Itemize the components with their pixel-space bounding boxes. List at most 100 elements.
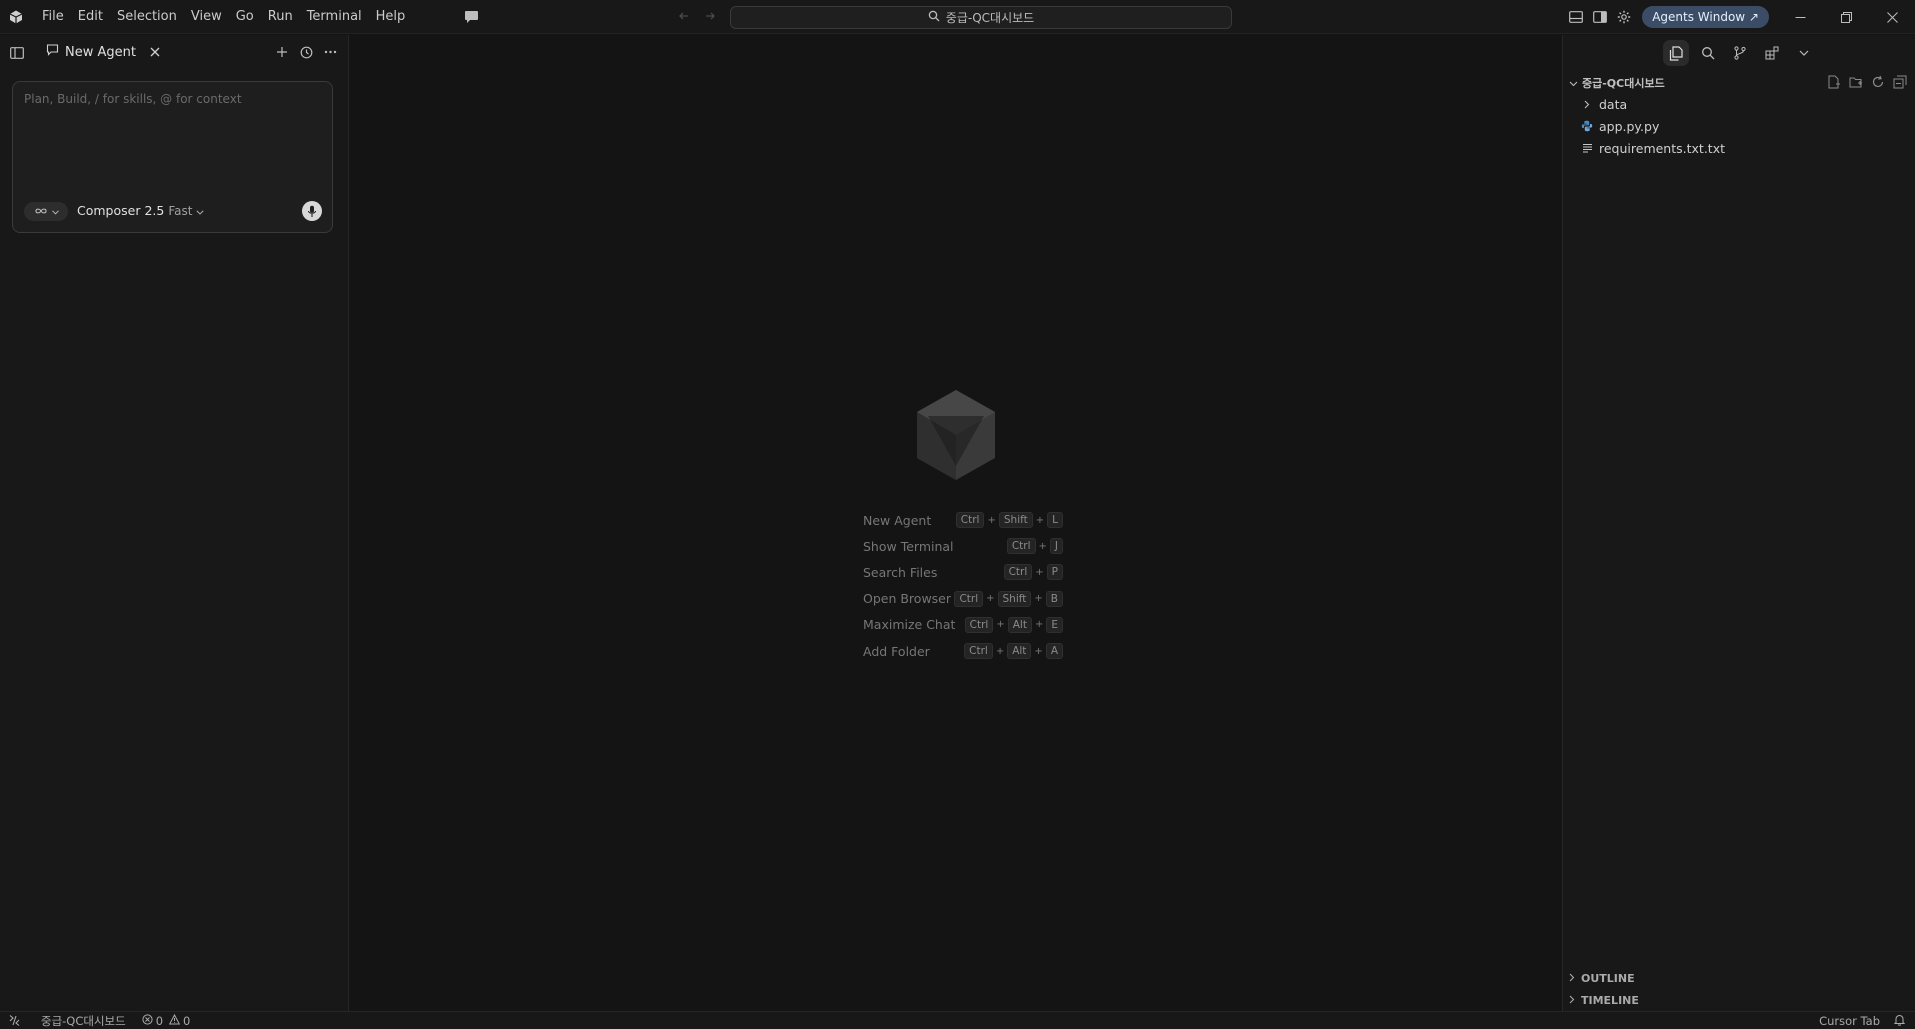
model-name: Composer 2.5 [77,203,165,218]
tab-new-agent[interactable]: New Agent [40,35,168,70]
explorer-sidebar: 중급-QC대시보드 data app.py.py requirements.tx… [1562,35,1915,1011]
tree-item-data-folder[interactable]: data [1569,93,1909,115]
file-tree: data app.py.py requirements.txt.txt [1569,93,1909,159]
new-file-icon[interactable] [1827,75,1841,93]
tree-item-app-py[interactable]: app.py.py [1569,115,1909,137]
key-cap: A [1045,643,1063,660]
warning-count: 0 [183,1013,191,1028]
close-tab-icon[interactable] [148,45,162,59]
app-logo-icon [8,9,23,24]
notifications-bell-icon[interactable] [1893,1014,1906,1029]
chat-bubble-icon[interactable] [462,8,480,26]
key-cap: B [1045,590,1063,607]
chevron-down-icon [51,204,59,219]
agent-panel-header: New Agent [0,35,348,70]
workspace-folder-name: 중급-QC대시보드 [1582,77,1665,90]
explorer-root-header[interactable]: 중급-QC대시보드 [1569,73,1909,93]
menu-edit[interactable]: Edit [71,0,110,34]
chevron-down-icon[interactable] [1795,44,1813,62]
shortcut-list: New Agent Ctrl + Shift + L Show Terminal C… [863,507,1063,664]
settings-gear-icon[interactable] [1615,8,1633,26]
key-cap: Alt [1007,616,1032,633]
shortcut-row[interactable]: Add Folder Ctrl + Alt + A [863,638,1063,664]
outline-label: OUTLINE [1581,971,1635,985]
source-control-icon[interactable] [1731,44,1749,62]
timeline-section-header[interactable]: TIMELINE [1569,989,1909,1011]
outline-section-header[interactable]: OUTLINE [1569,967,1909,989]
sidebar-toggle-icon[interactable] [8,44,26,62]
menu-selection[interactable]: Selection [110,0,184,34]
remote-connection-icon[interactable] [7,1014,21,1028]
problems-indicator[interactable]: 0 0 [142,1013,191,1028]
warning-icon [168,1013,181,1028]
menu-terminal[interactable]: Terminal [300,0,369,34]
shortcut-label: Search Files [863,564,938,580]
shortcut-row[interactable]: Maximize Chat Ctrl + Alt + E [863,612,1063,638]
explorer-actions [1827,75,1907,93]
minimize-icon[interactable] [1777,0,1823,34]
shortcut-keys: Ctrl + P [1003,564,1063,581]
key-cap: Ctrl [964,616,994,633]
shortcut-row[interactable]: Open Browser Ctrl + Shift + B [863,586,1063,612]
key-cap: Ctrl [1003,564,1033,581]
search-icon[interactable] [1699,44,1717,62]
shortcut-row[interactable]: Show Terminal Ctrl + J [863,533,1063,559]
command-center-search[interactable]: 중급-QC대시보드 [730,6,1232,29]
shortcut-label: New Agent [863,512,932,528]
shortcut-label: Show Terminal [863,538,954,554]
title-right-controls: Agents Window ↗ [1564,0,1915,34]
title-bar: File Edit Selection View Go Run Terminal… [0,0,1915,34]
new-agent-plus-icon[interactable] [274,44,290,60]
key-cap: Ctrl [954,590,984,607]
key-cap: Shift [998,512,1033,529]
shortcut-label: Maximize Chat [863,617,956,633]
chevron-right-icon [1569,994,1575,1007]
python-file-icon [1579,118,1595,134]
sidebar-view-toolbar [1563,35,1915,71]
microphone-icon[interactable] [302,201,322,221]
composer-input[interactable] [24,92,322,182]
error-icon [142,1013,153,1028]
agent-panel: New Agent Comp [0,35,349,1011]
new-folder-icon[interactable] [1849,75,1863,93]
more-ellipsis-icon[interactable] [322,44,338,60]
menu-go[interactable]: Go [229,0,261,34]
explorer-files-icon[interactable] [1663,40,1689,66]
status-folder-name[interactable]: 중급-QC대시보드 [41,1013,126,1029]
shortcut-keys: Ctrl + Alt + A [964,643,1063,660]
close-window-icon[interactable] [1869,0,1915,34]
toggle-panel-icon[interactable] [1567,8,1585,26]
agent-panel-actions [274,44,338,60]
model-selector[interactable]: Composer 2.5 Fast [77,203,205,218]
key-cap: Ctrl [955,512,985,529]
nav-arrows [676,8,718,24]
restore-icon[interactable] [1823,0,1869,34]
shortcut-row[interactable]: New Agent Ctrl + Shift + L [863,507,1063,533]
shortcut-keys: Ctrl + Shift + B [954,590,1063,607]
shortcut-label: Add Folder [863,643,930,659]
collapse-all-icon[interactable] [1893,75,1907,93]
status-bar: 중급-QC대시보드 0 0 Cursor Tab [0,1011,1915,1029]
refresh-icon[interactable] [1871,75,1885,93]
menu-view[interactable]: View [184,0,229,34]
back-arrow-icon[interactable] [676,8,692,24]
shortcut-keys: Ctrl + J [1006,538,1063,555]
menu-run[interactable]: Run [261,0,300,34]
tree-item-label: requirements.txt.txt [1599,140,1725,156]
history-clock-icon[interactable] [298,44,314,60]
shortcut-keys: Ctrl + Shift + L [955,512,1063,529]
agent-mode-toggle[interactable] [24,202,68,221]
extensions-icon[interactable] [1763,44,1781,62]
key-cap: P [1046,564,1063,581]
shortcut-label: Open Browser [863,591,952,607]
chevron-down-icon [1569,76,1578,91]
forward-arrow-icon[interactable] [702,8,718,24]
cursor-tab-status[interactable]: Cursor Tab [1819,1014,1880,1028]
toggle-secondary-sidebar-icon[interactable] [1591,8,1609,26]
menu-file[interactable]: File [35,0,71,34]
menu-help[interactable]: Help [369,0,413,34]
agents-window-button[interactable]: Agents Window ↗ [1642,6,1769,28]
tree-item-requirements[interactable]: requirements.txt.txt [1569,137,1909,159]
search-icon [928,10,940,25]
shortcut-row[interactable]: Search Files Ctrl + P [863,559,1063,585]
